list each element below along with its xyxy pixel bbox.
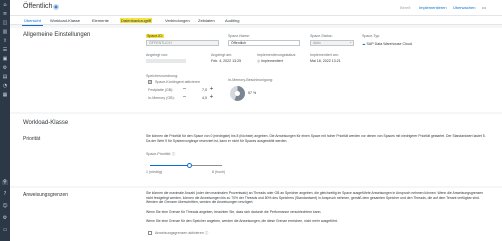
- space-id-label: Space-ID:: [146, 34, 164, 38]
- statement-limits-checkbox[interactable]: [148, 231, 152, 235]
- space-id-field: ÖFFENTLICH: [146, 40, 219, 46]
- upload-icon[interactable]: ⇪: [2, 39, 8, 44]
- gear-icon[interactable]: ⚙: [2, 216, 8, 221]
- space-quota-label: Space-Kontingent aktivieren: [155, 80, 200, 84]
- disk-decrement-button[interactable]: −: [182, 87, 187, 92]
- workload-class-title: Workload-Klasse: [23, 120, 69, 126]
- list-icon[interactable]: ▤: [2, 75, 8, 80]
- priority-title: Priorität: [23, 136, 41, 142]
- cube-icon[interactable]: ▣: [2, 57, 8, 62]
- cloud-icon: ☁: [362, 42, 366, 46]
- deployed-on-value: Mai 18, 2022 13:21: [310, 59, 341, 63]
- space-status-select[interactable]: Aktiv: [310, 40, 354, 46]
- priority-description: Sie können die Priorität für den Space v…: [146, 134, 486, 143]
- in-memory-usage-donut: [230, 86, 245, 101]
- in-memory-usage-value: 57 %: [248, 91, 257, 95]
- tab-connections[interactable]: Verbindungen: [165, 18, 190, 23]
- slider-max-label: 8 (hoch): [212, 170, 226, 174]
- disk-label: Festplatte (GB):: [148, 88, 174, 92]
- general-settings-title: Allgemeine Einstellungen: [23, 32, 91, 38]
- memory-limit-note: Wenn Sie eine Grenze für den Speicher an…: [146, 219, 338, 223]
- general-settings-section: Allgemeine Einstellungen Space-ID: ÖFFEN…: [10, 28, 502, 112]
- statement-limits-description: Sie können die maximale Anzahl (oder den…: [146, 191, 484, 205]
- page-header: Öffentlich ◉ Bereit Implementieren Überw…: [10, 0, 502, 16]
- statement-limits-title: Anweisungsgrenzen: [23, 192, 69, 198]
- statement-limits-checkbox-label: Anweisungsgrenzen aktivieren ⓘ: [155, 231, 209, 235]
- space-type-label: Space-Typ:: [362, 34, 381, 38]
- space-status-label: Space-Status:: [310, 34, 333, 38]
- slider-min-label: 1 (niedrig): [146, 170, 163, 174]
- more-options-icon[interactable]: •••: [482, 5, 486, 10]
- info-icon: ⓘ: [171, 152, 176, 156]
- tab-auditing[interactable]: Auditing: [225, 18, 239, 23]
- tab-overview[interactable]: Übersicht: [22, 18, 43, 26]
- thread-limit-note: Wenn Sie eine Grenze für Threads angeben…: [146, 210, 322, 214]
- deployed-on-label: Implementiert am:: [310, 53, 339, 57]
- space-name-input[interactable]: Öffentlich: [228, 40, 300, 46]
- space-priority-label: Space-Priorität: ⓘ: [146, 152, 176, 156]
- grid-icon[interactable]: ▦: [2, 93, 8, 98]
- created-by-value: [146, 59, 186, 63]
- tab-bar: Übersicht Workload-Klasse Elemente Daten…: [10, 16, 502, 26]
- tab-time-data[interactable]: Zeitdaten: [198, 18, 215, 23]
- bell-icon[interactable]: ◔: [2, 84, 8, 89]
- deploy-ready-button[interactable]: Bereit: [400, 5, 410, 10]
- page-title: Öffentlich: [23, 3, 53, 10]
- disk-increment-button[interactable]: +: [209, 87, 214, 92]
- layers-icon[interactable]: ☰: [2, 48, 8, 53]
- person-icon[interactable]: ☺: [2, 204, 8, 209]
- workload-class-section: Workload-Klasse Priorität Sie können die…: [10, 114, 502, 186]
- memory-increment-button[interactable]: +: [209, 95, 214, 100]
- space-type-value: ☁ SAP Data Warehouse Cloud: [362, 42, 412, 46]
- deploy-status-value: ◎ Implementiert: [257, 59, 283, 63]
- disk-value[interactable]: 7,0: [197, 88, 207, 92]
- space-name-label: Space-Name:: [228, 34, 250, 38]
- memory-label: In-Memory (GB):: [148, 96, 175, 100]
- menu-icon[interactable]: ≡: [2, 12, 8, 17]
- memory-decrement-button[interactable]: −: [182, 95, 187, 100]
- home-icon[interactable]: ⌂: [2, 3, 8, 8]
- in-memory-usage-label: In-Memory-Beschleunigung:: [228, 78, 273, 82]
- catalog-icon[interactable]: ◫: [2, 21, 8, 26]
- tab-workload-class[interactable]: Workload-Klasse: [50, 18, 80, 23]
- statement-limits-section: Anweisungsgrenzen Sie können die maximal…: [10, 188, 502, 241]
- info-icon: ⓘ: [204, 231, 209, 235]
- storage-assignment-label: Speicherzuordnung:: [146, 74, 179, 78]
- tab-elements[interactable]: Elemente: [92, 18, 109, 23]
- created-by-label: Angelegt von:: [146, 53, 168, 57]
- implement-button[interactable]: Implementieren: [419, 5, 447, 10]
- chart-icon[interactable]: ▥: [2, 30, 8, 35]
- user-icon[interactable]: ⚲: [2, 180, 8, 185]
- monitor-icon[interactable]: ▭: [2, 228, 8, 233]
- monitor-button[interactable]: Überwachen: [453, 5, 475, 10]
- created-on-label: Angelegt am:: [211, 53, 233, 57]
- help-icon[interactable]: ?: [2, 192, 8, 197]
- priority-slider-handle[interactable]: [187, 163, 192, 168]
- deploy-status-label: Implementierungsstatus:: [257, 53, 297, 57]
- space-status-icon: ◉: [53, 4, 59, 10]
- tab-database-access[interactable]: Datenbankzugriff: [120, 17, 153, 23]
- priority-slider-fill: [150, 165, 189, 166]
- deployed-status-icon: ◎: [257, 59, 261, 63]
- shell-sidebar: ⌂ ≡ ◫ ▥ ⇪ ☰ ▣ ⚙ ▤ ◔ ▦ ⚲ ? ☺ ⚙ ▭: [0, 0, 10, 241]
- created-on-value: Feb. 4, 2022 13:25: [211, 59, 242, 63]
- memory-value[interactable]: 4,0: [197, 96, 207, 100]
- settings-icon[interactable]: ⚙: [2, 66, 8, 71]
- space-quota-checkbox[interactable]: [148, 80, 152, 84]
